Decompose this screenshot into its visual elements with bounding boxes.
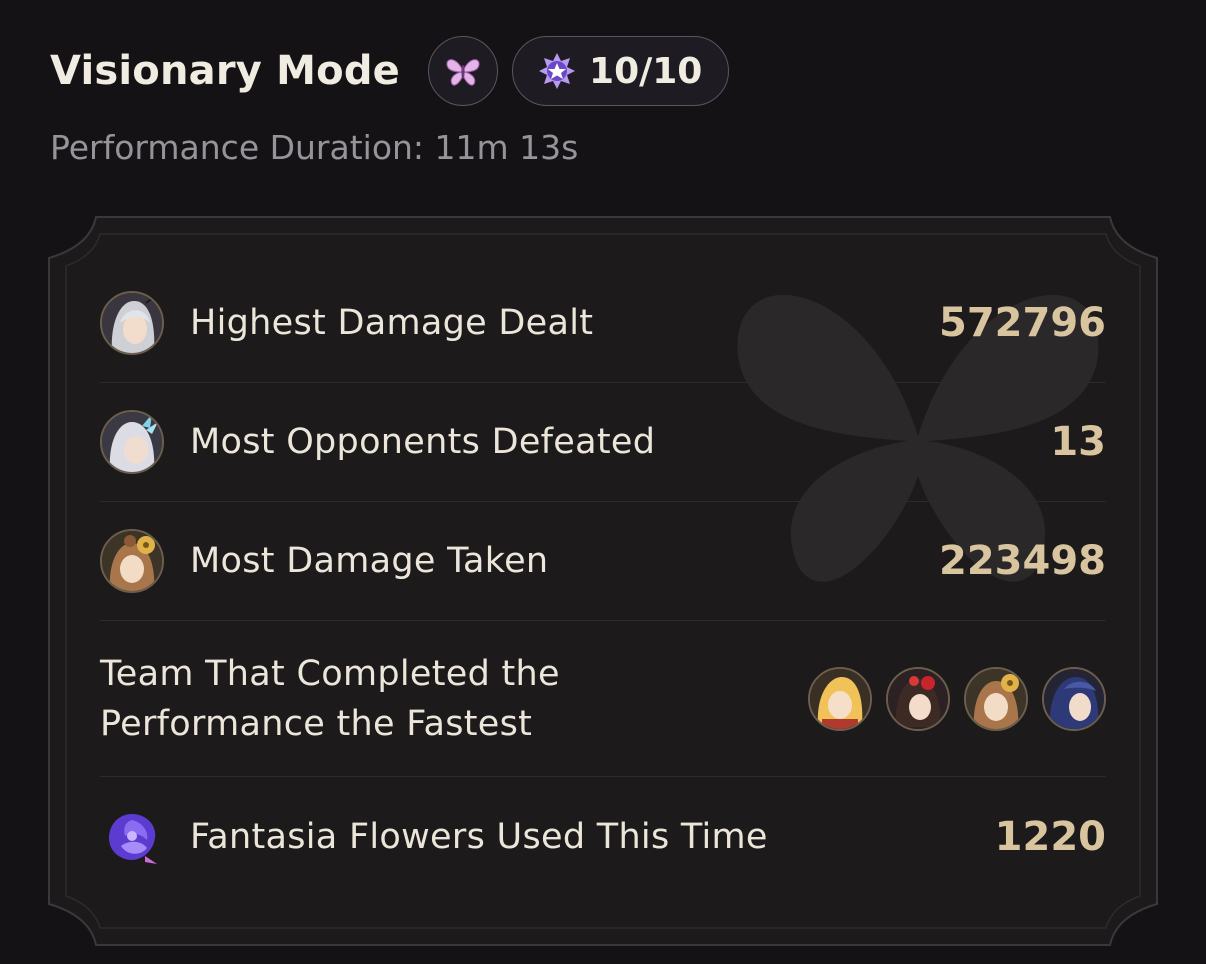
visionary-mode-screen: Visionary Mode 10/10 Performance Duratio… [0, 0, 1206, 964]
character-avatar-horned-white-hair-icon [100, 410, 164, 474]
team-label: Team That Completed the Performance the … [100, 649, 560, 749]
stat-row: Most Damage Taken 223498 [100, 502, 1106, 621]
butterfly-badge[interactable] [428, 36, 499, 106]
character-avatar-blue-hair-icon [1042, 666, 1106, 731]
header: Visionary Mode 10/10 [50, 36, 730, 106]
flowers-value: 1220 [994, 814, 1106, 860]
stat-value: 13 [1050, 419, 1106, 465]
stats-list: Highest Damage Dealt 572796 Most Opponen… [100, 264, 1106, 897]
stat-value: 572796 [939, 300, 1106, 346]
team-label-line2: Performance the Fastest [100, 703, 533, 744]
team-avatars [808, 666, 1106, 731]
character-avatar-bell-hair-icon [964, 666, 1028, 731]
stat-label: Most Opponents Defeated [190, 422, 656, 462]
character-avatar-dark-red-icon [886, 666, 950, 731]
character-avatar-bell-hair-icon [100, 529, 164, 593]
performance-duration: Performance Duration: 11m 13s [50, 128, 579, 167]
team-label-line1: Team That Completed the [100, 653, 560, 694]
butterfly-icon [446, 59, 480, 86]
stat-row: Most Opponents Defeated 13 [100, 383, 1106, 502]
mode-title: Visionary Mode [50, 48, 401, 94]
flowers-label: Fantasia Flowers Used This Time [190, 817, 768, 857]
flowers-row: Fantasia Flowers Used This Time 1220 [100, 777, 1106, 897]
stat-value: 223498 [939, 538, 1106, 584]
stats-card: Highest Damage Dealt 572796 Most Opponen… [48, 216, 1158, 946]
stat-label: Most Damage Taken [190, 541, 549, 581]
star-icon [537, 51, 577, 91]
stat-row: Highest Damage Dealt 572796 [100, 264, 1106, 383]
stat-label: Highest Damage Dealt [190, 303, 594, 343]
character-avatar-blonde-icon [808, 666, 872, 731]
stars-progress-pill[interactable]: 10/10 [512, 36, 730, 106]
fantasia-flower-icon [100, 805, 164, 869]
stars-count: 10/10 [589, 50, 703, 92]
character-avatar-white-hair-icon [100, 291, 164, 355]
team-row: Team That Completed the Performance the … [100, 621, 1106, 777]
